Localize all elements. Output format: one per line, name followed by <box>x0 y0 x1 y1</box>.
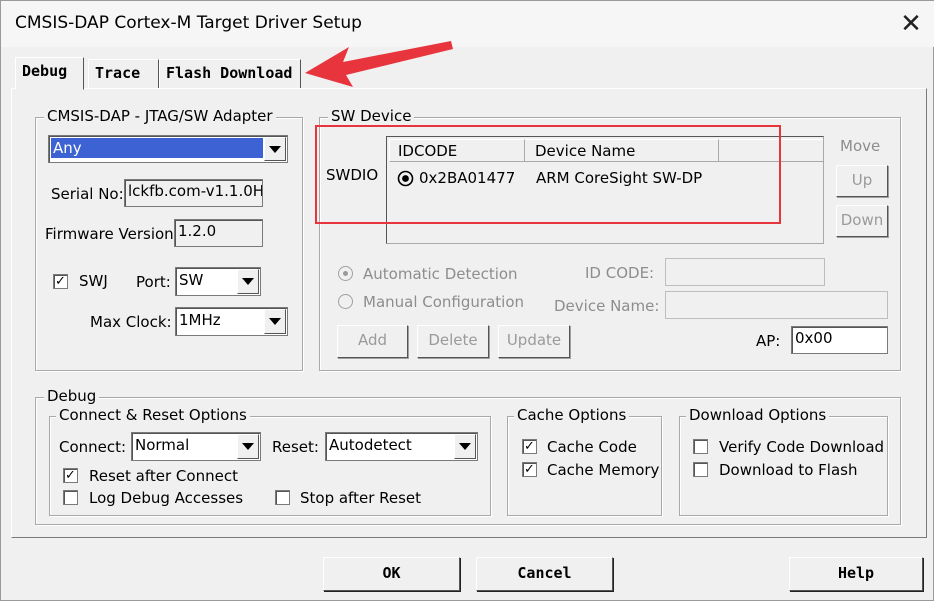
swj-checkbox[interactable]: ✓ <box>53 274 68 289</box>
stop-after-reset-label: Stop after Reset <box>300 489 422 507</box>
add-button[interactable]: Add <box>337 325 408 358</box>
maxclock-label: Max Clock: <box>90 313 172 331</box>
tab-debug[interactable]: Debug <box>15 57 84 90</box>
auto-detect-label: Automatic Detection <box>363 265 518 283</box>
download-options-group-label: Download Options <box>686 406 830 424</box>
idcode-input[interactable] <box>665 258 825 286</box>
window-title: CMSIS-DAP Cortex-M Target Driver Setup <box>15 13 362 33</box>
reset-after-connect-checkbox[interactable]: ✓ <box>63 468 78 483</box>
dialog-window: CMSIS-DAP Cortex-M Target Driver Setup ✕… <box>0 0 934 601</box>
help-button[interactable]: Help <box>789 557 923 591</box>
sw-device-group-label: SW Device <box>328 107 415 125</box>
verify-code-label: Verify Code Download <box>719 438 885 456</box>
chevron-down-icon[interactable] <box>264 309 286 334</box>
firmware-field: 1.2.0 <box>174 219 263 247</box>
idcode-label: ID CODE: <box>585 264 655 282</box>
move-label: Move <box>840 137 881 155</box>
reset-select[interactable]: Autodetect <box>325 432 478 461</box>
ap-input[interactable]: 0x00 <box>791 326 888 354</box>
auto-detect-radio[interactable] <box>338 266 353 281</box>
debug-group-label: Debug <box>44 387 100 405</box>
download-flash-checkbox[interactable] <box>693 462 708 477</box>
swj-label: SWJ <box>79 272 108 290</box>
devname-input[interactable] <box>665 291 888 319</box>
connect-label: Connect: <box>59 438 127 456</box>
move-down-button[interactable]: Down <box>836 205 888 237</box>
tab-flash-download[interactable]: Flash Download <box>159 59 301 88</box>
annotation-highlight-box <box>315 125 781 224</box>
serial-field: lckfb.com-v1.1.0H <box>124 179 263 207</box>
download-flash-label: Download to Flash <box>719 461 858 479</box>
maxclock-select-value: 1MHz <box>179 311 221 329</box>
manual-config-radio[interactable] <box>338 294 353 309</box>
maxclock-select[interactable]: 1MHz <box>175 307 288 336</box>
cache-code-label: Cache Code <box>547 438 637 456</box>
stop-after-reset-checkbox[interactable] <box>275 490 290 505</box>
chevron-down-icon[interactable] <box>237 269 259 294</box>
cache-memory-label: Cache Memory <box>547 461 660 479</box>
log-debug-checkbox[interactable] <box>63 490 78 505</box>
tab-trace[interactable]: Trace <box>88 59 159 88</box>
reset-select-value: Autodetect <box>329 436 412 454</box>
title-bar: CMSIS-DAP Cortex-M Target Driver Setup ✕ <box>1 1 934 47</box>
adapter-group-label: CMSIS-DAP - JTAG/SW Adapter <box>44 107 276 125</box>
serial-label: Serial No: <box>51 185 124 203</box>
verify-code-checkbox[interactable] <box>693 439 708 454</box>
cache-memory-checkbox[interactable]: ✓ <box>522 462 537 477</box>
ok-button[interactable]: OK <box>323 557 460 591</box>
reset-after-connect-label: Reset after Connect <box>89 467 238 485</box>
port-select-value: SW <box>179 271 204 289</box>
firmware-label: Firmware Version: <box>45 225 179 243</box>
devname-label: Device Name: <box>554 297 660 315</box>
annotation-arrow-icon <box>305 41 453 87</box>
adapter-select[interactable]: Any <box>48 135 288 163</box>
reset-label: Reset: <box>272 438 319 456</box>
close-icon[interactable]: ✕ <box>891 9 931 41</box>
connect-select-value: Normal <box>135 436 190 454</box>
chevron-down-icon[interactable] <box>237 434 259 459</box>
manual-config-label: Manual Configuration <box>363 293 525 311</box>
ap-label: AP: <box>756 332 781 350</box>
cache-code-checkbox[interactable]: ✓ <box>522 439 537 454</box>
port-label: Port: <box>136 273 171 291</box>
chevron-down-icon[interactable] <box>264 137 286 161</box>
update-button[interactable]: Update <box>498 325 570 358</box>
adapter-select-value: Any <box>51 138 263 158</box>
delete-button[interactable]: Delete <box>417 325 489 358</box>
connect-reset-group-label: Connect & Reset Options <box>56 406 250 424</box>
cache-options-group-label: Cache Options <box>514 406 630 424</box>
connect-select[interactable]: Normal <box>131 432 261 461</box>
port-select[interactable]: SW <box>175 267 261 296</box>
move-up-button[interactable]: Up <box>836 165 888 197</box>
chevron-down-icon[interactable] <box>454 434 476 459</box>
log-debug-label: Log Debug Accesses <box>89 489 244 507</box>
cancel-button[interactable]: Cancel <box>476 557 613 591</box>
